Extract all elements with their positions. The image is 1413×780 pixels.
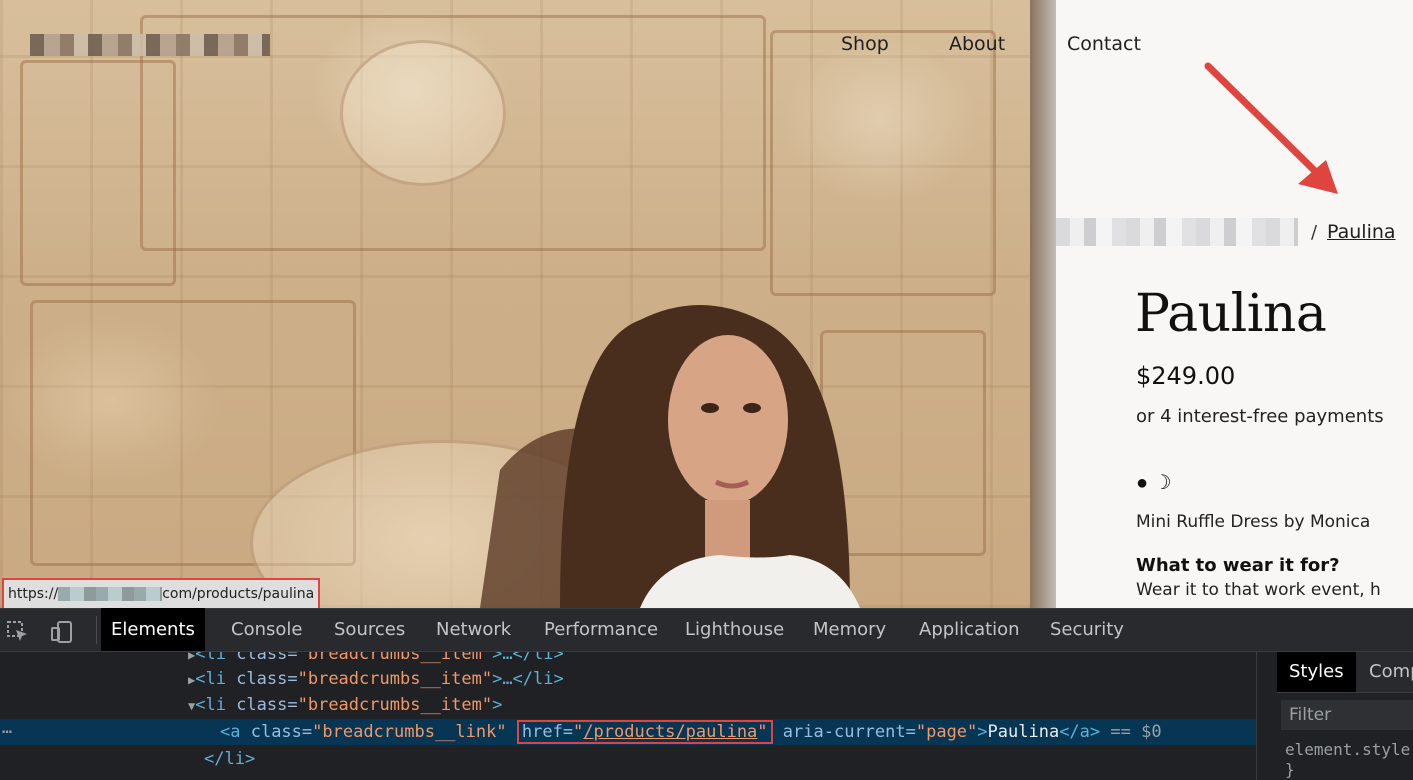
status-url-suffix: com/products/paulina: [162, 586, 315, 602]
eye-right: [743, 403, 761, 413]
nav-about[interactable]: About: [949, 33, 1005, 55]
dom-tag-close: >: [492, 695, 503, 715]
inspect-element-icon[interactable]: [6, 620, 30, 644]
styles-pane: Styles Comp Filter element.style }: [1256, 652, 1413, 780]
styles-filter-input[interactable]: Filter: [1281, 700, 1413, 730]
dom-tag-close: </a>: [1059, 722, 1101, 742]
tab-computed[interactable]: Comp: [1357, 652, 1413, 692]
wear-text: Wear it to that work event, h: [1136, 580, 1381, 600]
dom-attr-name: href=: [521, 722, 574, 742]
dom-tag-close: </li>: [204, 749, 256, 769]
tab-memory[interactable]: Memory: [803, 608, 896, 651]
breadcrumb-current-link[interactable]: Paulina: [1327, 221, 1396, 243]
toolbar-divider: [96, 616, 97, 644]
status-url-prefix: https://: [8, 586, 59, 602]
device-toolbar-icon[interactable]: [50, 620, 74, 644]
dom-attr-name: class=: [236, 669, 298, 689]
dom-attr-value: "breadcrumbs__item": [297, 652, 493, 664]
dom-tag: <li: [195, 669, 237, 689]
tab-security[interactable]: Security: [1040, 608, 1134, 651]
dom-node[interactable]: </li>: [0, 746, 1256, 772]
breadcrumb-separator: /: [1311, 222, 1318, 243]
hero-edge: [1030, 0, 1056, 608]
element-style-rule: element.style: [1285, 740, 1411, 759]
eye-left: [701, 403, 719, 413]
breadcrumb-redacted[interactable]: [1056, 218, 1298, 246]
store-logo-redacted[interactable]: [30, 34, 270, 56]
dom-text: Paulina: [987, 722, 1060, 742]
href-link[interactable]: /products/paulina: [583, 722, 757, 742]
product-description: Mini Ruffle Dress by Monica: [1136, 512, 1371, 532]
wear-heading: What to wear it for?: [1136, 555, 1340, 576]
elements-dom-tree: ▶<li class="breadcrumbs__item">…</li> ▶<…: [0, 652, 1256, 780]
dom-attr-value: "breadcrumbs__item": [297, 669, 493, 689]
dom-attr-value: "page": [915, 722, 978, 742]
arrow-shaft: [1204, 62, 1322, 178]
status-bar-url: https:// com/products/paulina: [2, 578, 321, 608]
tab-performance[interactable]: Performance: [534, 608, 668, 651]
tab-elements[interactable]: Elements: [101, 608, 205, 651]
product-title: Paulina: [1135, 284, 1327, 344]
neck: [705, 500, 750, 560]
tab-network[interactable]: Network: [426, 608, 521, 651]
dom-tag: <li: [195, 652, 237, 664]
dom-node[interactable]: ▼<li class="breadcrumbs__item">: [0, 692, 1256, 718]
hero-image: [0, 0, 1056, 608]
tab-styles[interactable]: Styles: [1277, 652, 1356, 692]
dom-tag: <a: [220, 722, 251, 742]
payment-note: or 4 interest-free payments: [1136, 406, 1384, 427]
tab-application[interactable]: Application: [909, 608, 1030, 651]
nav-shop[interactable]: Shop: [841, 33, 889, 55]
product-price: $249.00: [1136, 362, 1236, 390]
dom-tag-close: >…</li>: [492, 652, 564, 664]
status-url-domain-redacted: [58, 587, 163, 601]
face: [668, 335, 788, 505]
tab-lighthouse[interactable]: Lighthouse: [675, 608, 794, 651]
styles-tabbar: Styles Comp: [1277, 652, 1413, 693]
dom-quote: ": [757, 722, 768, 742]
care-icons: ● ☽: [1136, 472, 1172, 494]
website-viewport: Shop About Contact / Paulina Paulina $24…: [0, 0, 1413, 608]
dom-tag-close: >…</li>: [492, 669, 564, 689]
dom-tag: <li: [195, 695, 237, 715]
dom-tag: >: [977, 722, 988, 742]
dom-attr-name: class=: [236, 652, 298, 664]
dom-node[interactable]: ▶<li class="breadcrumbs__item">…</li>: [0, 652, 1256, 667]
model-photo: [480, 305, 860, 608]
selected-node-marker: == $0: [1110, 722, 1162, 742]
dom-attr-name: class=: [236, 695, 298, 715]
tab-sources[interactable]: Sources: [324, 608, 415, 651]
href-highlight-box: href="/products/paulina": [516, 720, 773, 744]
dom-node-selected[interactable]: ⋯ <a class="breadcrumbs__link" href="/pr…: [0, 719, 1256, 745]
more-options-icon[interactable]: ⋯: [2, 719, 12, 745]
tab-console[interactable]: Console: [221, 608, 312, 651]
dom-quote: ": [573, 722, 584, 742]
dom-attr-name: aria-current=: [782, 722, 916, 742]
annotation-arrow-icon: [1204, 62, 1338, 194]
dom-attr-value: "breadcrumbs__link": [312, 722, 507, 742]
dom-attr-value: "breadcrumbs__item": [297, 695, 493, 715]
nav-contact[interactable]: Contact: [1067, 33, 1141, 55]
rule-brace: }: [1285, 760, 1295, 779]
dom-node[interactable]: ▶<li class="breadcrumbs__item">…</li>: [0, 666, 1256, 692]
dom-attr-name: class=: [250, 722, 313, 742]
